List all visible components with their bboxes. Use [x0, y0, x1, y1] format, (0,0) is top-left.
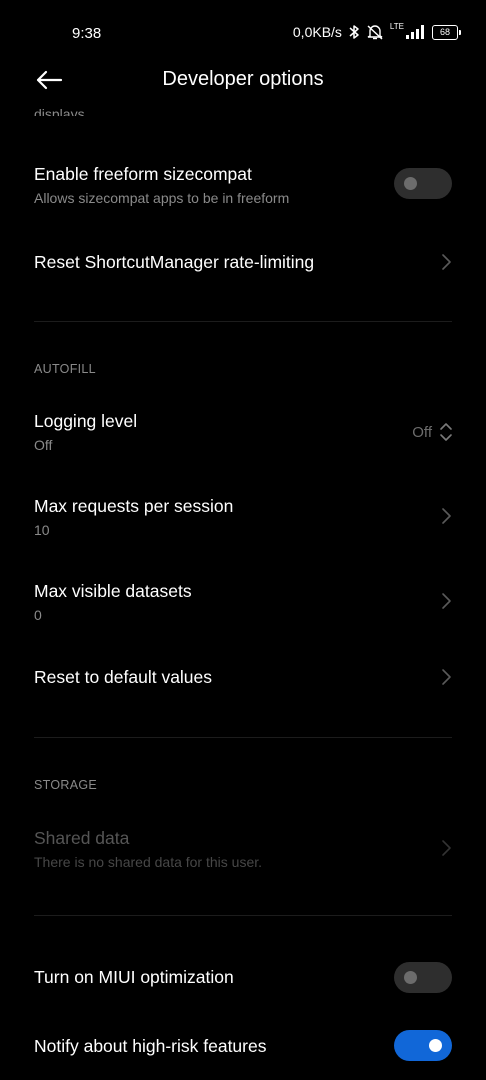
section-header-storage: STORAGE — [34, 778, 97, 792]
setting-subtitle: There is no shared data for this user. — [34, 854, 263, 870]
chevron-right-icon — [442, 593, 451, 609]
freeform-toggle[interactable] — [394, 168, 452, 199]
setting-subtitle: 0 — [34, 607, 42, 623]
chevron-right-icon — [442, 840, 451, 856]
setting-title: Notify about high-risk features — [34, 1036, 267, 1056]
logging-level-value: Off — [412, 424, 432, 441]
setting-title: Max visible datasets — [34, 581, 192, 601]
page-title: Developer options — [162, 68, 324, 90]
divider — [34, 915, 452, 916]
battery-icon: 68 — [432, 24, 461, 40]
section-header-autofill: AUTOFILL — [34, 362, 96, 376]
setting-notify-high-risk[interactable]: Notify about high-risk features — [0, 1016, 486, 1076]
setting-title: Enable freeform sizecompat — [34, 164, 252, 184]
app-bar: Developer options — [0, 56, 486, 104]
setting-title: Reset ShortcutManager rate-limiting — [34, 252, 315, 272]
miui-optimization-toggle[interactable] — [394, 962, 452, 993]
setting-title: Shared data — [34, 828, 130, 848]
setting-logging-level[interactable]: Logging level Off Off — [0, 400, 486, 470]
setting-shared-data: Shared data There is no shared data for … — [0, 816, 486, 886]
setting-subtitle: Allows sizecompat apps to be in freeform — [34, 190, 290, 206]
setting-title: Reset to default values — [34, 667, 213, 687]
chevron-right-icon — [442, 508, 451, 524]
bluetooth-icon — [349, 25, 359, 39]
network-speed: 0,0KB/s — [292, 24, 342, 40]
toggle-knob — [429, 1039, 442, 1052]
setting-subtitle: 10 — [34, 522, 50, 538]
setting-max-requests[interactable]: Max requests per session 10 — [0, 484, 486, 554]
setting-title: Max requests per session — [34, 496, 234, 516]
chevron-right-icon — [442, 669, 451, 685]
network-type: LTE — [389, 22, 404, 31]
setting-subtitle: Off — [34, 437, 53, 453]
setting-reset-defaults[interactable]: Reset to default values — [0, 650, 486, 708]
chevron-up-down-icon — [440, 423, 452, 441]
divider — [34, 737, 452, 738]
settings-list[interactable]: displays Enable freeform sizecompat Allo… — [0, 104, 486, 1080]
chevron-right-icon — [442, 254, 451, 270]
setting-freeform-sizecompat[interactable]: Enable freeform sizecompat Allows sizeco… — [0, 154, 486, 234]
setting-miui-optimization[interactable]: Turn on MIUI optimization — [0, 948, 486, 1008]
divider — [34, 321, 452, 322]
notify-high-risk-toggle[interactable] — [394, 1030, 452, 1061]
toggle-knob — [404, 177, 417, 190]
alarm-off-icon — [367, 25, 383, 40]
setting-title: Logging level — [34, 411, 138, 431]
status-bar: 9:38 0,0KB/s LTE 68 — [0, 0, 486, 62]
cut-off-text: displays — [34, 106, 85, 116]
toggle-knob — [404, 971, 417, 984]
setting-max-datasets[interactable]: Max visible datasets 0 — [0, 569, 486, 639]
status-icons: 0,0KB/s LTE 68 — [292, 22, 461, 40]
status-time: 9:38 — [72, 25, 102, 42]
signal-icon — [406, 25, 424, 39]
setting-reset-shortcutmanager[interactable]: Reset ShortcutManager rate-limiting — [0, 234, 486, 292]
setting-title: Turn on MIUI optimization — [34, 967, 234, 987]
